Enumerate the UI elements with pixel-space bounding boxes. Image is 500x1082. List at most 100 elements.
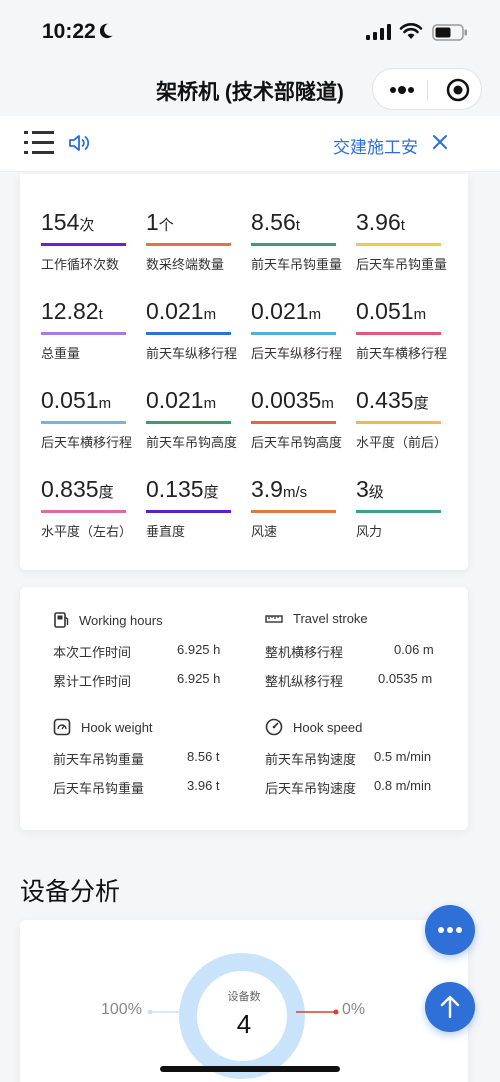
stat-item: 0.135度 垂直度 xyxy=(146,476,246,540)
menu-icon[interactable] xyxy=(24,130,54,156)
close-icon[interactable] xyxy=(432,134,448,150)
stat-unit: m/s xyxy=(282,484,308,501)
back-to-top-button[interactable] xyxy=(425,982,475,1032)
hook-weight-title: Hook weight xyxy=(81,719,153,735)
status-time: 10:22 xyxy=(42,20,96,43)
info-row-value: 6.925 h xyxy=(177,671,221,686)
speedometer-icon xyxy=(265,718,283,736)
stat-value: 0.0035 xyxy=(251,387,322,413)
stat-item: 0.021m 前天车吊钩高度 xyxy=(146,387,246,451)
moon-icon xyxy=(100,23,113,39)
stat-label: 后天车吊钩重量 xyxy=(356,257,448,272)
stat-value-line: 3.96t xyxy=(356,209,456,241)
info-row: 本次工作时间 xyxy=(53,642,131,661)
info-row-value: 0.06 m xyxy=(394,642,434,657)
info-row-label: 累计工作时间 xyxy=(53,674,132,689)
stat-value: 8.56 xyxy=(251,209,296,235)
stat-label: 工作循环次数 xyxy=(41,257,120,272)
info-row: 后天车吊钩速度 xyxy=(265,778,356,797)
ruler-icon xyxy=(265,614,283,623)
stat-underline xyxy=(146,332,231,335)
stat-value-line: 0.021m xyxy=(251,298,351,330)
stat-value-line: 154次 xyxy=(41,209,141,241)
stat-value-line: 8.56t xyxy=(251,209,351,241)
gauge-icon xyxy=(53,718,71,736)
stat-item: 12.82t 总重量 xyxy=(41,298,141,362)
info-row: 整机纵移行程 xyxy=(265,671,343,690)
stat-item: 0.051m 前天车横移行程 xyxy=(356,298,456,362)
stat-label: 水平度（左右） xyxy=(41,524,133,539)
stat-label: 后天车吊钩高度 xyxy=(251,435,343,450)
stat-underline xyxy=(41,332,126,335)
stat-value-line: 1个 xyxy=(146,209,246,241)
stat-underline xyxy=(41,510,126,513)
stat-value-line: 3级 xyxy=(356,476,456,508)
stat-value: 0.021 xyxy=(146,298,204,324)
info-row-value-wrap: 0.8 m/min xyxy=(374,778,431,793)
stat-underline xyxy=(356,510,441,513)
stat-underline xyxy=(251,243,336,246)
info-row: 前天车吊钩重量 xyxy=(53,749,144,768)
info-row-label: 整机纵移行程 xyxy=(265,674,344,689)
stat-value-line: 0.021m xyxy=(146,298,246,330)
stat-label: 前天车吊钩高度 xyxy=(146,435,238,450)
info-row-value: 3.96 t xyxy=(187,778,220,793)
donut-caption: 设备数 xyxy=(227,991,261,1003)
stat-unit: m xyxy=(203,395,217,412)
stat-value-line: 12.82t xyxy=(41,298,141,330)
info-row-value: 8.56 t xyxy=(187,749,220,764)
stat-item: 3.9m/s 风速 xyxy=(251,476,351,540)
stat-item: 0.835度水平度（左右） xyxy=(41,476,141,540)
stat-underline xyxy=(41,243,126,246)
info-row-label: 后天车吊钩速度 xyxy=(265,781,357,796)
info-row-value-wrap: 3.96 t xyxy=(187,778,220,793)
travel-stroke-title: Travel stroke xyxy=(293,611,368,626)
speaker-icon xyxy=(69,135,90,151)
stat-label: 前天车横移行程 xyxy=(356,346,448,361)
stat-unit: m xyxy=(321,395,334,412)
stat-value: 0.835 xyxy=(41,476,99,502)
hook-weight-header: Hook weight xyxy=(53,718,153,736)
stat-item: 0.0035m 后天车吊钩高度 xyxy=(251,387,351,451)
stat-value: 3 xyxy=(356,476,369,502)
stat-value-line: 0.021m xyxy=(146,387,246,419)
travel-stroke-header: Travel stroke xyxy=(265,611,368,626)
stat-unit: t xyxy=(295,217,300,234)
info-row-value-wrap: 0.0535 m xyxy=(378,671,432,686)
stat-unit: 个 xyxy=(158,217,174,234)
close-miniprogram-icon[interactable] xyxy=(445,77,471,103)
capsule-divider xyxy=(427,80,428,100)
notice-text: 交建施工安 xyxy=(333,138,418,157)
info-row-value: 0.0535 m xyxy=(378,671,433,686)
stat-label: 风力 xyxy=(356,524,383,539)
nav-bar: 架桥机 (技术部隧道) xyxy=(0,62,500,116)
info-row: 后天车吊钩重量 xyxy=(53,778,144,797)
info-row-label: 后天车吊钩重量 xyxy=(53,781,145,796)
stat-label: 前天车纵移行程 xyxy=(146,346,238,361)
info-row-value: 0.8 m/min xyxy=(374,778,432,793)
hook-speed-header: Hook speed xyxy=(265,718,362,736)
more-icon[interactable] xyxy=(389,80,415,100)
stat-label: 后天车纵移行程 xyxy=(251,346,343,361)
stat-item: 8.56t 前天车吊钩重量 xyxy=(251,209,351,273)
stat-unit: m xyxy=(308,306,322,323)
notice-bar: 交建施工安 xyxy=(0,116,500,172)
fuel-icon xyxy=(54,612,69,628)
stat-underline xyxy=(251,332,336,335)
stat-underline xyxy=(251,421,336,424)
battery-icon xyxy=(432,24,467,41)
stat-value-line: 0.435度 xyxy=(356,387,456,419)
info-row: 累计工作时间 xyxy=(53,671,131,690)
more-options-button[interactable] xyxy=(425,905,475,955)
status-bar: 10:22 xyxy=(0,0,500,62)
home-indicator xyxy=(160,1066,340,1072)
stat-item: 0.435度 水平度（前后） xyxy=(356,387,456,451)
stat-unit: m xyxy=(413,306,427,323)
stat-value-line: 0.835度 xyxy=(41,476,141,508)
stat-value: 12.82 xyxy=(41,298,99,324)
stat-value-line: 0.051m xyxy=(41,387,141,419)
working-hours-title: Working hours xyxy=(79,612,163,628)
section-title: 设备分析 xyxy=(20,878,121,906)
stat-unit: 度 xyxy=(98,484,114,501)
stats-card: 154次 工作循环次数 1个 数采终端数量 8.56t 前天车吊钩重量 3.96t 后天车吊钩… xyxy=(20,174,468,570)
